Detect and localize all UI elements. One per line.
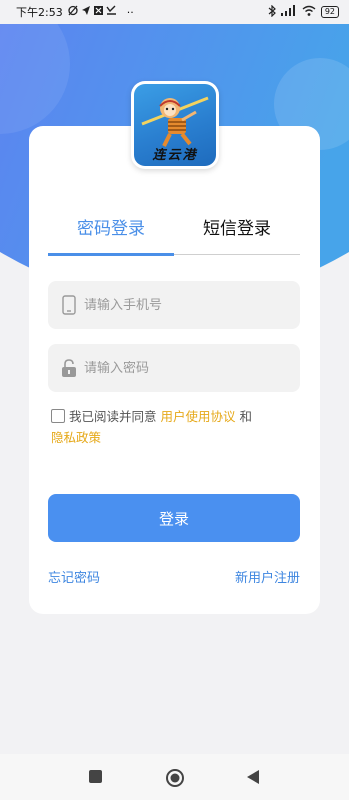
- login-button[interactable]: 登录: [48, 494, 300, 542]
- bottom-links: 忘记密码 新用户注册: [48, 567, 300, 586]
- privacy-policy-link[interactable]: 隐私政策: [51, 430, 101, 445]
- status-right: 92: [268, 4, 339, 20]
- status-more-dots: ··: [126, 5, 134, 19]
- home-icon[interactable]: [165, 768, 184, 787]
- back-icon[interactable]: [244, 768, 262, 786]
- login-tabs: 密码登录 短信登录: [48, 214, 300, 256]
- agreement-row: 我已阅读并同意 用户使用协议 和 隐私政策: [51, 406, 301, 448]
- register-link[interactable]: 新用户注册: [235, 567, 300, 586]
- phone-icon: [54, 295, 84, 315]
- bluetooth-icon: [268, 4, 276, 20]
- battery-indicator: 92: [320, 6, 339, 18]
- status-bar: 下午2:53 ·· 92: [0, 0, 349, 24]
- agreement-and: 和: [239, 409, 253, 424]
- notification-icons: [68, 5, 122, 19]
- phone-field[interactable]: [48, 281, 300, 329]
- logo-text: 连云港: [152, 148, 198, 163]
- app-logo: 连云港: [131, 81, 219, 169]
- phone-input[interactable]: [84, 297, 284, 313]
- agreement-prefix: 我已阅读并同意: [69, 409, 157, 424]
- user-agreement-link[interactable]: 用户使用协议: [161, 409, 236, 424]
- agreement-checkbox[interactable]: [51, 409, 65, 423]
- recent-apps-icon[interactable]: [87, 768, 105, 786]
- system-nav-bar: [0, 754, 349, 800]
- forgot-password-link[interactable]: 忘记密码: [48, 567, 100, 586]
- password-input[interactable]: [84, 360, 284, 376]
- signal-icon: [280, 5, 297, 19]
- lock-icon: [54, 358, 84, 378]
- tab-active-indicator: [48, 253, 174, 256]
- wifi-icon: [302, 5, 316, 19]
- status-left: 下午2:53 ··: [16, 4, 134, 20]
- tab-sms-login[interactable]: 短信登录: [174, 214, 300, 254]
- monkey-king-logo-image: 连云港: [134, 84, 216, 166]
- login-card: 密码登录 短信登录 我已阅读并同意 用户使用协议 和 隐私政策 登录: [29, 126, 320, 614]
- tab-password-login[interactable]: 密码登录: [48, 214, 174, 254]
- status-time: 下午2:53: [16, 6, 63, 19]
- password-field[interactable]: [48, 344, 300, 392]
